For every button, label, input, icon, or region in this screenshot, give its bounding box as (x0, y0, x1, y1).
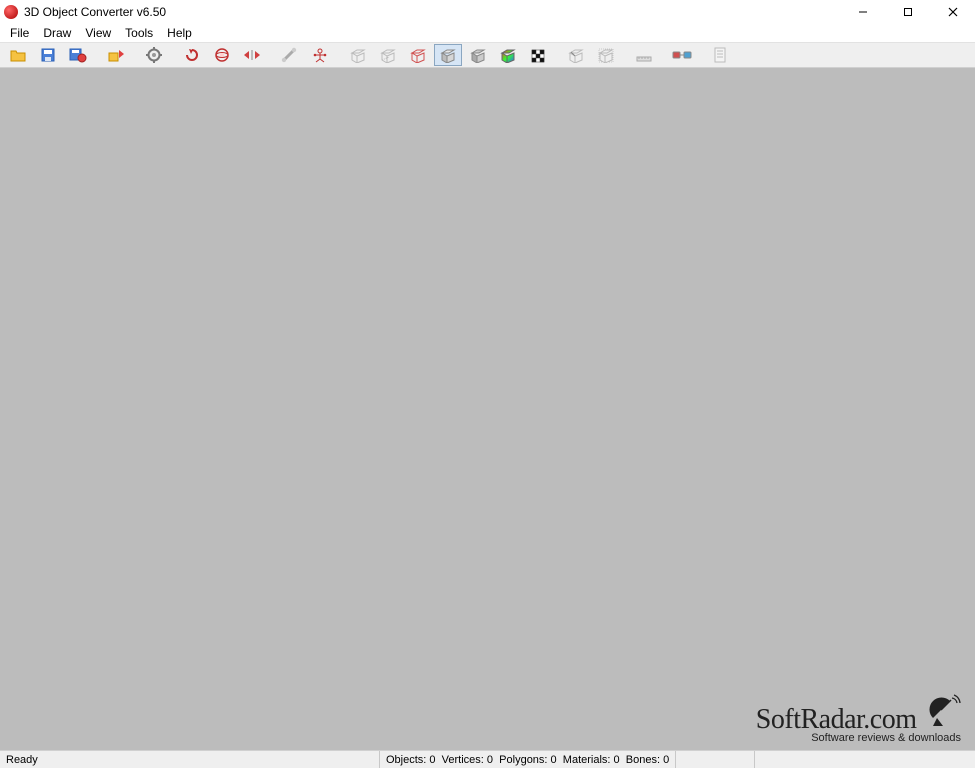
info-list-icon[interactable] (706, 44, 734, 66)
toolbar (0, 42, 975, 68)
glasses-3d-icon[interactable] (668, 44, 696, 66)
hiddenline-view-icon[interactable] (374, 44, 402, 66)
status-materials-label: Materials: (563, 754, 611, 766)
window-controls (840, 0, 975, 24)
rotate-icon[interactable] (178, 44, 206, 66)
flat-shade-view-icon[interactable] (434, 44, 462, 66)
open-folder-icon[interactable] (4, 44, 32, 66)
watermark-subtitle: Software reviews & downloads (756, 732, 961, 744)
smooth-shade-view-icon[interactable] (464, 44, 492, 66)
status-bones-label: Bones: (626, 754, 660, 766)
watermark-title: SoftRadar.com (756, 704, 917, 735)
bounding-box-icon[interactable] (592, 44, 620, 66)
menu-draw[interactable]: Draw (37, 25, 79, 41)
save-as-icon[interactable] (64, 44, 92, 66)
orbit-icon[interactable] (208, 44, 236, 66)
status-bones-value: 0 (663, 754, 669, 766)
batch-convert-icon[interactable] (102, 44, 130, 66)
menu-file[interactable]: File (4, 25, 37, 41)
app-icon (4, 5, 18, 19)
close-button[interactable] (930, 0, 975, 24)
bone-tool-icon[interactable] (276, 44, 304, 66)
status-vertices-label: Vertices: (442, 754, 484, 766)
menu-view[interactable]: View (79, 25, 119, 41)
status-vertices-value: 0 (487, 754, 493, 766)
status-objects-label: Objects: (386, 754, 426, 766)
flip-icon[interactable] (238, 44, 266, 66)
minimize-button[interactable] (840, 0, 885, 24)
title-bar: 3D Object Converter v6.50 (0, 0, 975, 24)
status-materials-value: 0 (614, 754, 620, 766)
status-bar: Ready Objects: 0 Vertices: 0 Polygons: 0… (0, 750, 975, 768)
status-polygons-value: 0 (551, 754, 557, 766)
normals-view-icon[interactable] (562, 44, 590, 66)
radar-dish-icon (927, 694, 961, 734)
status-right (755, 751, 975, 768)
viewport-3d[interactable]: SoftRadar.com Software reviews & downloa… (0, 68, 975, 750)
status-spacer (676, 751, 755, 768)
checker-texture-view-icon[interactable] (524, 44, 552, 66)
status-counts: Objects: 0 Vertices: 0 Polygons: 0 Mater… (380, 751, 676, 768)
watermark: SoftRadar.com Software reviews & downloa… (756, 694, 961, 744)
menu-bar: File Draw View Tools Help (0, 24, 975, 42)
menu-help[interactable]: Help (161, 25, 200, 41)
color-shade-view-icon[interactable] (494, 44, 522, 66)
wireframe-view-icon[interactable] (344, 44, 372, 66)
settings-gear-icon[interactable] (140, 44, 168, 66)
status-polygons-label: Polygons: (499, 754, 547, 766)
status-objects-value: 0 (429, 754, 435, 766)
save-icon[interactable] (34, 44, 62, 66)
skeleton-icon[interactable] (306, 44, 334, 66)
maximize-button[interactable] (885, 0, 930, 24)
menu-tools[interactable]: Tools (119, 25, 161, 41)
status-ready: Ready (0, 751, 380, 768)
window-title: 3D Object Converter v6.50 (24, 5, 840, 19)
measure-tool-icon[interactable] (630, 44, 658, 66)
wireframe-red-view-icon[interactable] (404, 44, 432, 66)
